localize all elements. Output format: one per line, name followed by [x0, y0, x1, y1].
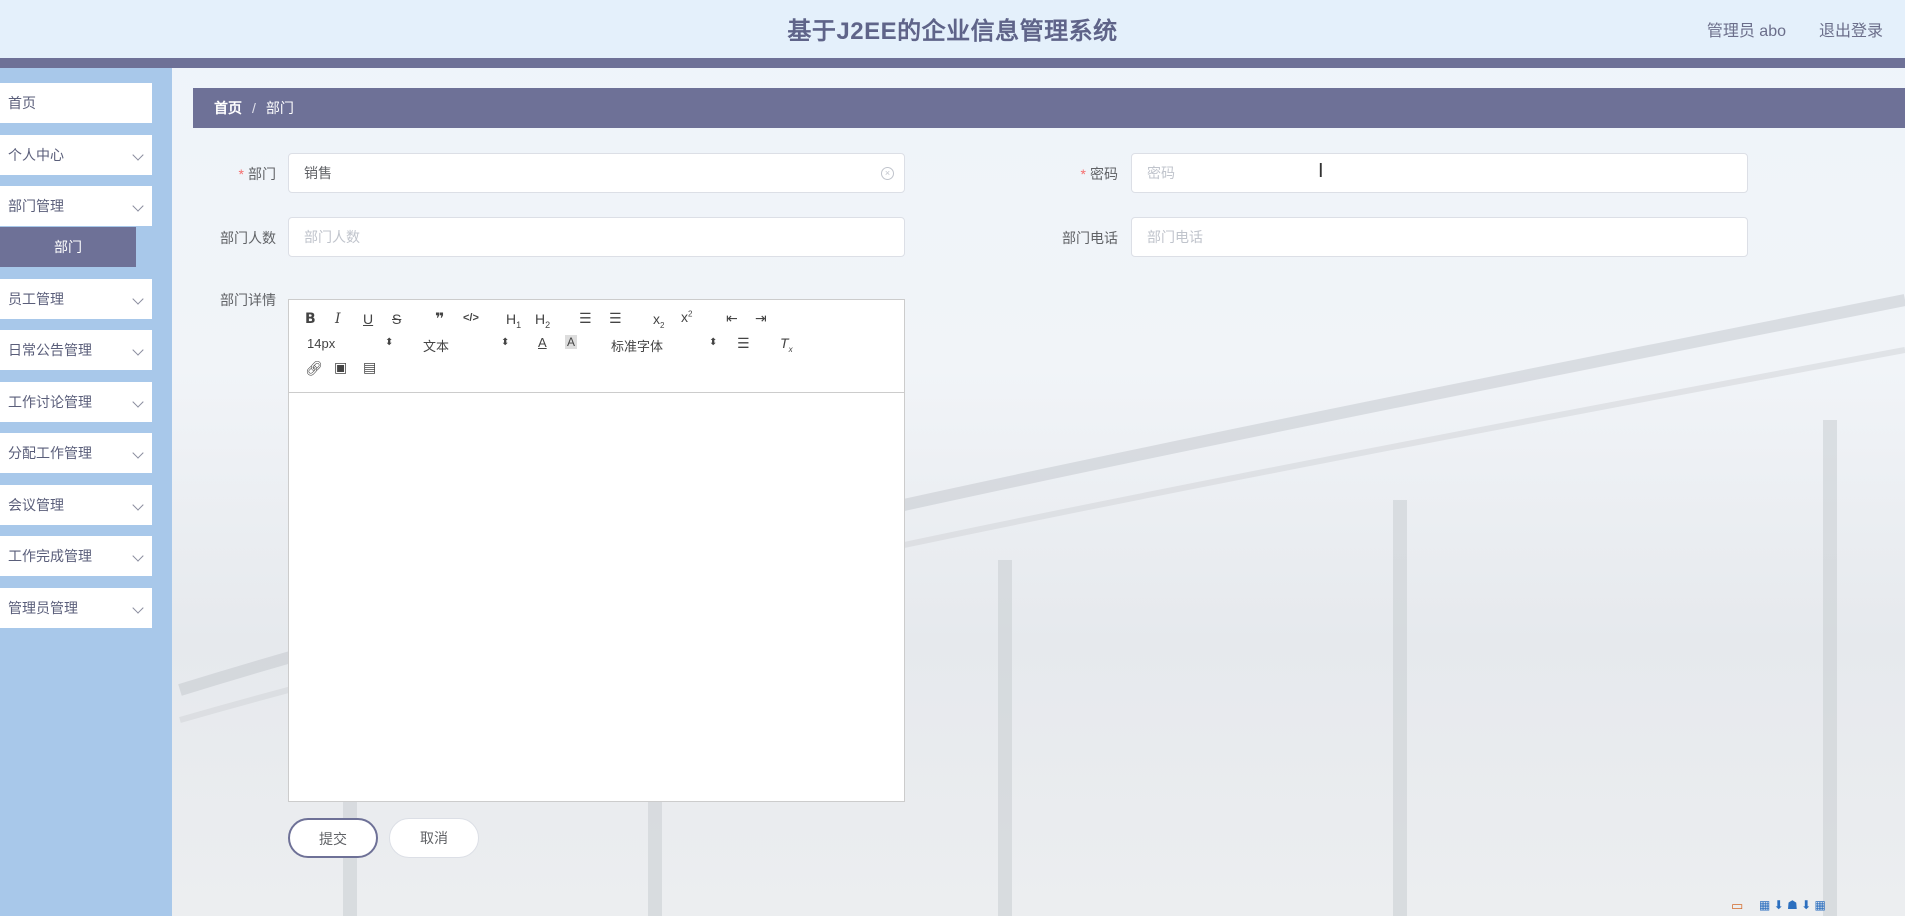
password-placeholder: 密码 [1147, 165, 1175, 181]
sidebar-item-label: 工作讨论管理 [8, 394, 92, 410]
sidebar-subitem-department[interactable]: 部门 [0, 227, 136, 267]
chevron-down-icon [132, 149, 144, 161]
system-title: 基于J2EE的企业信息管理系统 [787, 18, 1118, 45]
rich-text-editor: B I U S ❞ </> H1 H2 ☰ ☰ x2 x2 ⇤ ⇥ 14px ⬍ … [288, 299, 905, 802]
ordered-list-icon[interactable]: ☰ [579, 310, 592, 327]
subscript-icon[interactable]: x2 [653, 311, 664, 330]
chevron-down-icon [132, 499, 144, 511]
tray-icons[interactable]: ▦ ⬇ ☗ ⬇ ▦ [1759, 898, 1826, 912]
department-field[interactable]: 销售 × [288, 153, 905, 193]
breadcrumb-current: 部门 [265, 100, 294, 116]
strikethrough-icon[interactable]: S [392, 311, 401, 327]
cancel-button[interactable]: 取消 [389, 818, 479, 858]
heading-1-icon[interactable]: H1 [506, 311, 521, 330]
code-block-icon[interactable]: </> [463, 312, 479, 324]
image-icon[interactable]: ▣ [334, 359, 347, 376]
superscript-icon[interactable]: x2 [681, 309, 692, 325]
sidebar: 首页 个人中心 部门管理 部门 员工管理 日常公告管理 工作讨论管理 分配工作管… [0, 68, 172, 916]
chevron-down-icon [132, 396, 144, 408]
sidebar-item-label: 日常公告管理 [8, 342, 92, 358]
sidebar-item-label: 工作完成管理 [8, 548, 92, 564]
heading-2-icon[interactable]: H2 [535, 311, 550, 330]
chevron-down-icon [132, 344, 144, 356]
sidebar-item-employee-management[interactable]: 员工管理 [0, 279, 152, 319]
link-icon[interactable]: 🔗︎ [305, 360, 323, 377]
sidebar-item-meeting-management[interactable]: 会议管理 [0, 485, 152, 525]
sidebar-item-assignment-management[interactable]: 分配工作管理 [0, 433, 152, 473]
video-icon[interactable]: ▤ [363, 359, 376, 376]
chevron-down-icon [132, 602, 144, 614]
sidebar-item-home[interactable]: 首页 [0, 83, 152, 123]
blockquote-icon[interactable]: ❞ [435, 309, 444, 328]
sidebar-item-label: 部门管理 [8, 198, 64, 214]
text-cursor-icon: I [1318, 160, 1324, 182]
outdent-icon[interactable]: ⇤ [726, 310, 738, 327]
breadcrumb-home[interactable]: 首页 [214, 100, 242, 116]
sidebar-item-label: 管理员管理 [8, 600, 78, 616]
tray-app-icon[interactable]: ▭ [1731, 898, 1743, 914]
department-phone-field[interactable]: 部门电话 [1131, 217, 1748, 257]
underline-icon[interactable]: U [363, 311, 373, 327]
select-arrows-icon: ⬍ [385, 337, 394, 348]
department-phone-label: 部门电话 [1062, 230, 1118, 246]
text-format-select[interactable]: 文本 ⬍ [423, 336, 510, 355]
font-size-select[interactable]: 14px ⬍ [307, 336, 394, 351]
italic-icon[interactable]: I [335, 311, 341, 327]
system-tray: ▭ ▦ ⬇ ☗ ⬇ ▦ [1725, 896, 1905, 916]
select-arrows-icon: ⬍ [501, 337, 510, 348]
sidebar-item-discussion-management[interactable]: 工作讨论管理 [0, 382, 152, 422]
select-arrows-icon: ⬍ [709, 337, 718, 348]
password-field[interactable]: 密码 [1131, 153, 1748, 193]
clear-icon[interactable]: × [881, 167, 894, 180]
top-header: 基于J2EE的企业信息管理系统 管理员 abo 退出登录 [0, 0, 1905, 68]
clear-format-icon[interactable]: Tx [780, 335, 793, 354]
department-count-field[interactable]: 部门人数 [288, 217, 905, 257]
indent-icon[interactable]: ⇥ [755, 310, 767, 327]
bold-icon[interactable]: B [305, 311, 316, 327]
sidebar-item-label: 个人中心 [8, 147, 64, 163]
align-icon[interactable]: ☰ [737, 335, 750, 352]
department-value: 销售 [304, 165, 332, 181]
submit-button[interactable]: 提交 [288, 818, 378, 858]
sidebar-item-completion-management[interactable]: 工作完成管理 [0, 536, 152, 576]
fence-background-image [178, 294, 1905, 916]
chevron-down-icon [132, 293, 144, 305]
department-phone-placeholder: 部门电话 [1147, 229, 1203, 245]
background-color-icon[interactable]: A [565, 335, 578, 349]
sidebar-item-label: 首页 [8, 95, 36, 111]
sidebar-item-department-management[interactable]: 部门管理 [0, 186, 152, 226]
editor-toolbar: B I U S ❞ </> H1 H2 ☰ ☰ x2 x2 ⇤ ⇥ 14px ⬍ … [289, 300, 904, 393]
chevron-down-icon [132, 200, 144, 212]
sidebar-item-notice-management[interactable]: 日常公告管理 [0, 330, 152, 370]
required-mark: * [238, 166, 244, 182]
chevron-down-icon [132, 550, 144, 562]
font-color-icon[interactable]: A [538, 335, 547, 350]
editor-content-area[interactable] [289, 393, 904, 801]
department-count-placeholder: 部门人数 [304, 229, 360, 245]
current-user: 管理员 abo [1706, 23, 1786, 40]
chevron-down-icon [132, 447, 144, 459]
sidebar-item-label: 会议管理 [8, 497, 64, 513]
department-detail-label: 部门详情 [220, 292, 276, 308]
bullet-list-icon[interactable]: ☰ [609, 310, 622, 327]
sidebar-item-label: 员工管理 [8, 291, 64, 307]
font-family-select[interactable]: 标准字体 ⬍ [611, 336, 718, 355]
sidebar-item-label: 分配工作管理 [8, 445, 92, 461]
password-label: * 密码 [1080, 166, 1118, 182]
required-mark: * [1080, 166, 1086, 182]
breadcrumb-separator: / [252, 100, 256, 116]
breadcrumb: 首页 / 部门 [193, 88, 1905, 128]
sidebar-item-personal-center[interactable]: 个人中心 [0, 135, 152, 175]
logout-link[interactable]: 退出登录 [1819, 17, 1883, 41]
department-label: * 部门 [238, 166, 276, 182]
sidebar-item-admin-management[interactable]: 管理员管理 [0, 588, 152, 628]
department-count-label: 部门人数 [220, 230, 276, 246]
background-scenery [0, 0, 1905, 916]
